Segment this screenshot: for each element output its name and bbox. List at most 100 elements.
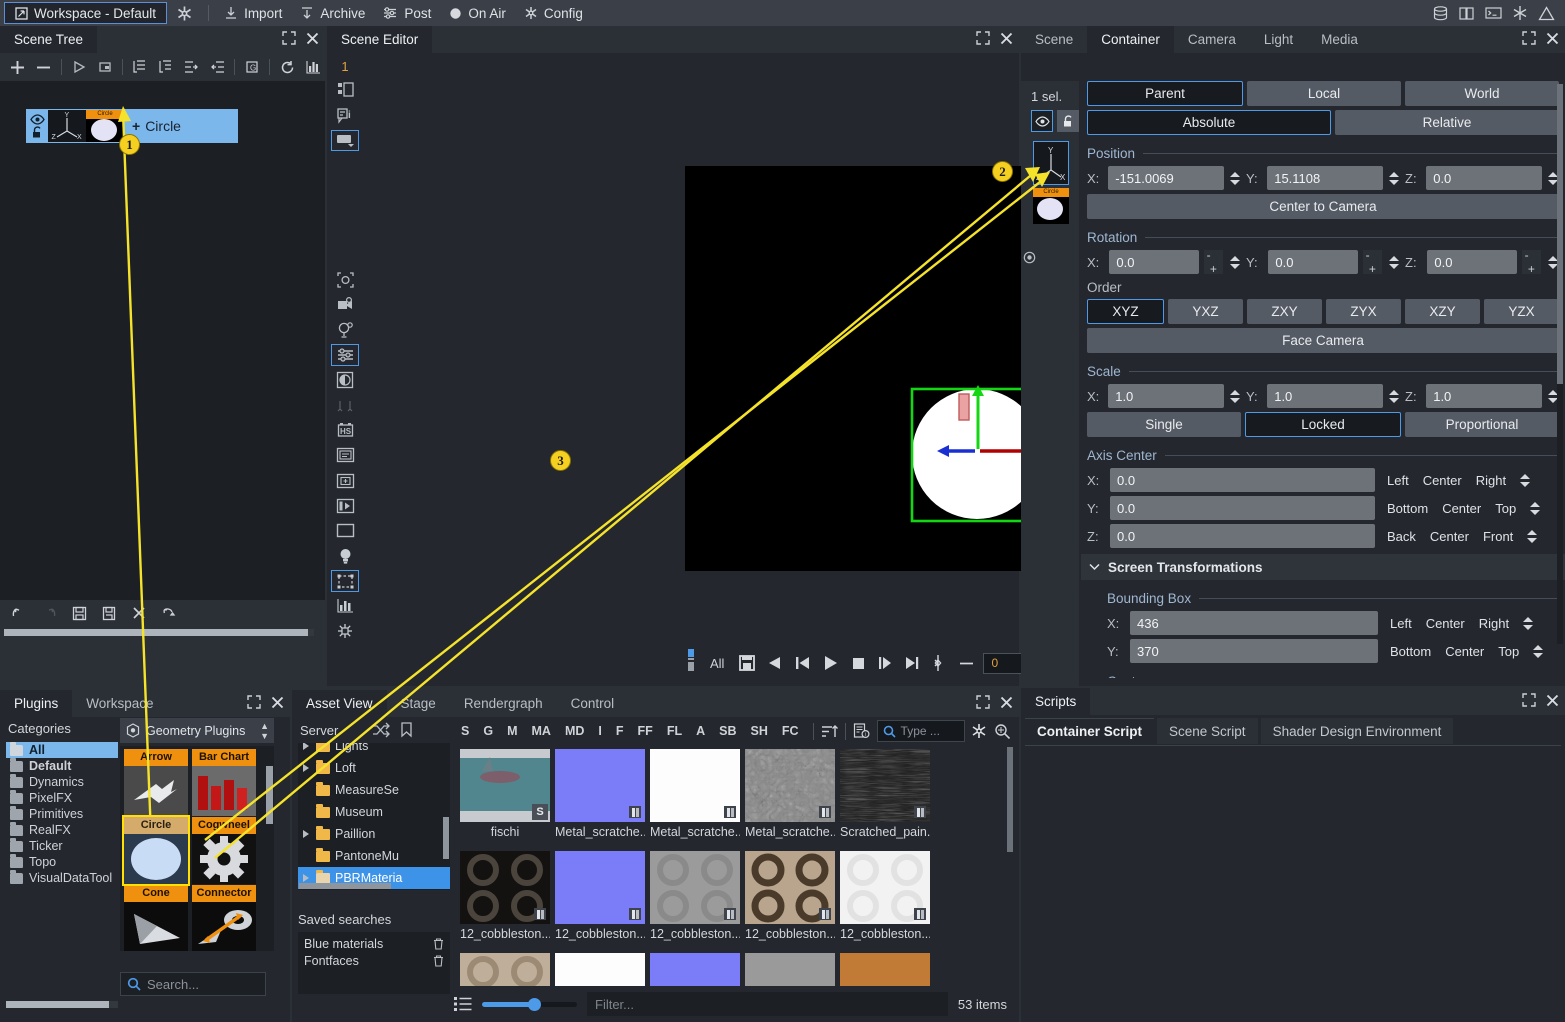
copy-icon[interactable] bbox=[1459, 6, 1475, 21]
expand-tree-icon[interactable] bbox=[128, 55, 152, 79]
plugin-categories-list[interactable]: All Default Dynamics PixelFX Primitives … bbox=[6, 741, 118, 886]
close-icon[interactable] bbox=[1000, 32, 1013, 45]
axis-center-x-spinner[interactable] bbox=[1518, 468, 1531, 492]
expand-arrow-icon[interactable] bbox=[303, 874, 309, 882]
close-icon[interactable] bbox=[1546, 694, 1559, 707]
group-icon[interactable]: G bbox=[240, 55, 264, 79]
bbox-anchor-left[interactable]: Left bbox=[1383, 616, 1419, 631]
anchor-bottom-y[interactable]: Bottom bbox=[1380, 501, 1435, 516]
workspace-button[interactable]: Workspace - Default bbox=[4, 2, 168, 24]
snowflake-icon[interactable] bbox=[1512, 5, 1528, 21]
stats-icon[interactable] bbox=[301, 55, 325, 79]
axis-snap-icon[interactable] bbox=[331, 395, 359, 416]
bbox-y-spinner[interactable] bbox=[1531, 639, 1544, 663]
plugin-bar-chart[interactable]: Bar Chart bbox=[192, 749, 256, 816]
space-world-button[interactable]: World bbox=[1405, 81, 1559, 106]
space-parent-button[interactable]: Parent bbox=[1087, 81, 1243, 106]
text-box-icon[interactable] bbox=[331, 445, 359, 466]
tab-media[interactable]: Media bbox=[1307, 26, 1372, 53]
plugin-connector[interactable]: Connector bbox=[192, 885, 256, 951]
tab-shader-design-environment[interactable]: Shader Design Environment bbox=[1260, 718, 1454, 744]
indent-right-icon[interactable] bbox=[179, 55, 203, 79]
lock-toggle-button[interactable] bbox=[1057, 110, 1079, 132]
filter-f[interactable]: F bbox=[609, 724, 631, 738]
axis-gizmo-preview[interactable]: Y Z X bbox=[1033, 141, 1069, 185]
scale-x-input[interactable]: 1.0 bbox=[1108, 384, 1225, 408]
keyframe-marker-icon[interactable] bbox=[687, 649, 701, 677]
tab-rendergraph[interactable]: Rendergraph bbox=[449, 690, 557, 717]
filter-i[interactable]: I bbox=[591, 724, 608, 738]
asset-filter-input[interactable]: Filter... bbox=[587, 992, 948, 1016]
maximize-icon[interactable] bbox=[1522, 31, 1536, 45]
view-mode-icon[interactable] bbox=[331, 129, 359, 151]
ref-relative-button[interactable]: Relative bbox=[1334, 110, 1559, 135]
asset-cell[interactable] bbox=[460, 953, 550, 986]
asset-grid-vscrollbar[interactable] bbox=[1007, 747, 1013, 852]
categories-hscrollbar[interactable] bbox=[6, 1001, 118, 1008]
container-preview-thumbnail[interactable]: Circle bbox=[1033, 188, 1069, 224]
archive-button[interactable]: Archive bbox=[291, 0, 374, 26]
maximize-icon[interactable] bbox=[976, 31, 990, 45]
bbox-anchor-center[interactable]: Center bbox=[1419, 616, 1472, 631]
refresh-icon[interactable] bbox=[275, 55, 299, 79]
rect-icon[interactable] bbox=[331, 520, 359, 541]
bbox-anchor-center-y[interactable]: Center bbox=[1438, 644, 1491, 659]
bbox-x-input[interactable]: 436 bbox=[1130, 611, 1378, 635]
revert-icon[interactable] bbox=[156, 602, 182, 624]
filter-m[interactable]: M bbox=[500, 724, 524, 738]
asset-grid[interactable]: S fischi Metal_scratche... Metal_scratch… bbox=[454, 747, 1013, 986]
frame-icon[interactable] bbox=[331, 470, 359, 491]
indent-left-icon[interactable] bbox=[205, 55, 229, 79]
bbox-x-spinner[interactable] bbox=[1521, 611, 1534, 635]
scale-single-button[interactable]: Single bbox=[1087, 412, 1241, 437]
bulb-icon[interactable] bbox=[331, 545, 359, 566]
filter-ff[interactable]: FF bbox=[631, 724, 660, 738]
bbox-icon[interactable] bbox=[331, 570, 359, 592]
screen-transformations-header[interactable]: Screen Transformations bbox=[1081, 554, 1565, 580]
gear-icon[interactable] bbox=[971, 723, 987, 739]
maximize-icon[interactable] bbox=[247, 695, 261, 709]
play-icon[interactable] bbox=[67, 55, 91, 79]
import-button[interactable]: Import bbox=[215, 0, 291, 26]
hs-icon[interactable]: HS bbox=[331, 420, 359, 441]
tab-container[interactable]: Container bbox=[1087, 26, 1174, 53]
light-icon[interactable] bbox=[331, 319, 359, 340]
step-forward-icon[interactable] bbox=[876, 654, 894, 672]
save-icon[interactable] bbox=[66, 602, 92, 624]
filter-fl[interactable]: FL bbox=[660, 724, 689, 738]
scale-y-input[interactable]: 1.0 bbox=[1267, 384, 1384, 408]
tree-item-loft[interactable]: Loft bbox=[298, 757, 450, 779]
rotation-x-minusplus[interactable]: - + bbox=[1203, 248, 1224, 276]
visibility-toggle[interactable] bbox=[26, 109, 48, 143]
bookmark-icon[interactable] bbox=[399, 721, 415, 739]
saved-searches-list[interactable]: Blue materials Fontfaces bbox=[298, 932, 450, 994]
anchor-front-z[interactable]: Front bbox=[1476, 529, 1520, 544]
rotation-z-minusplus[interactable]: - + bbox=[1521, 248, 1542, 276]
close-icon[interactable] bbox=[1000, 696, 1013, 709]
info-icon[interactable]: i bbox=[331, 104, 359, 125]
snapshot-icon[interactable] bbox=[737, 653, 757, 673]
properties-scrollbar[interactable] bbox=[1557, 84, 1563, 644]
category-ticker[interactable]: Ticker bbox=[6, 837, 118, 854]
server-tree-hscrollbar[interactable] bbox=[299, 883, 391, 889]
category-pixelfx[interactable]: PixelFX bbox=[6, 789, 118, 806]
category-primitives[interactable]: Primitives bbox=[6, 805, 118, 822]
plugin-cone[interactable]: Cone bbox=[124, 885, 188, 951]
axis-center-x-input[interactable]: 0.0 bbox=[1110, 468, 1375, 492]
tab-light[interactable]: Light bbox=[1249, 26, 1308, 53]
undo-icon[interactable] bbox=[6, 602, 32, 624]
asset-cell[interactable]: 12_cobbleston... bbox=[460, 851, 550, 941]
media-icon[interactable] bbox=[331, 495, 359, 516]
order-zyx-button[interactable]: ZYX bbox=[1326, 299, 1401, 324]
anchor-back-z[interactable]: Back bbox=[1380, 529, 1423, 544]
zoom-icon[interactable] bbox=[994, 723, 1011, 739]
chevron-updown-icon[interactable]: ▲ ▼ bbox=[260, 721, 269, 741]
position-y-spinner[interactable] bbox=[1388, 166, 1400, 190]
server-tree-vscrollbar[interactable] bbox=[443, 817, 449, 859]
bbox-anchor-top[interactable]: Top bbox=[1491, 644, 1526, 659]
anchor-center-z[interactable]: Center bbox=[1423, 529, 1476, 544]
rotation-x-input[interactable]: 0.0 bbox=[1109, 250, 1199, 274]
asset-cell[interactable] bbox=[650, 953, 740, 986]
asset-cell[interactable]: Metal_scratche... bbox=[745, 749, 835, 839]
minus-icon[interactable] bbox=[959, 656, 974, 671]
